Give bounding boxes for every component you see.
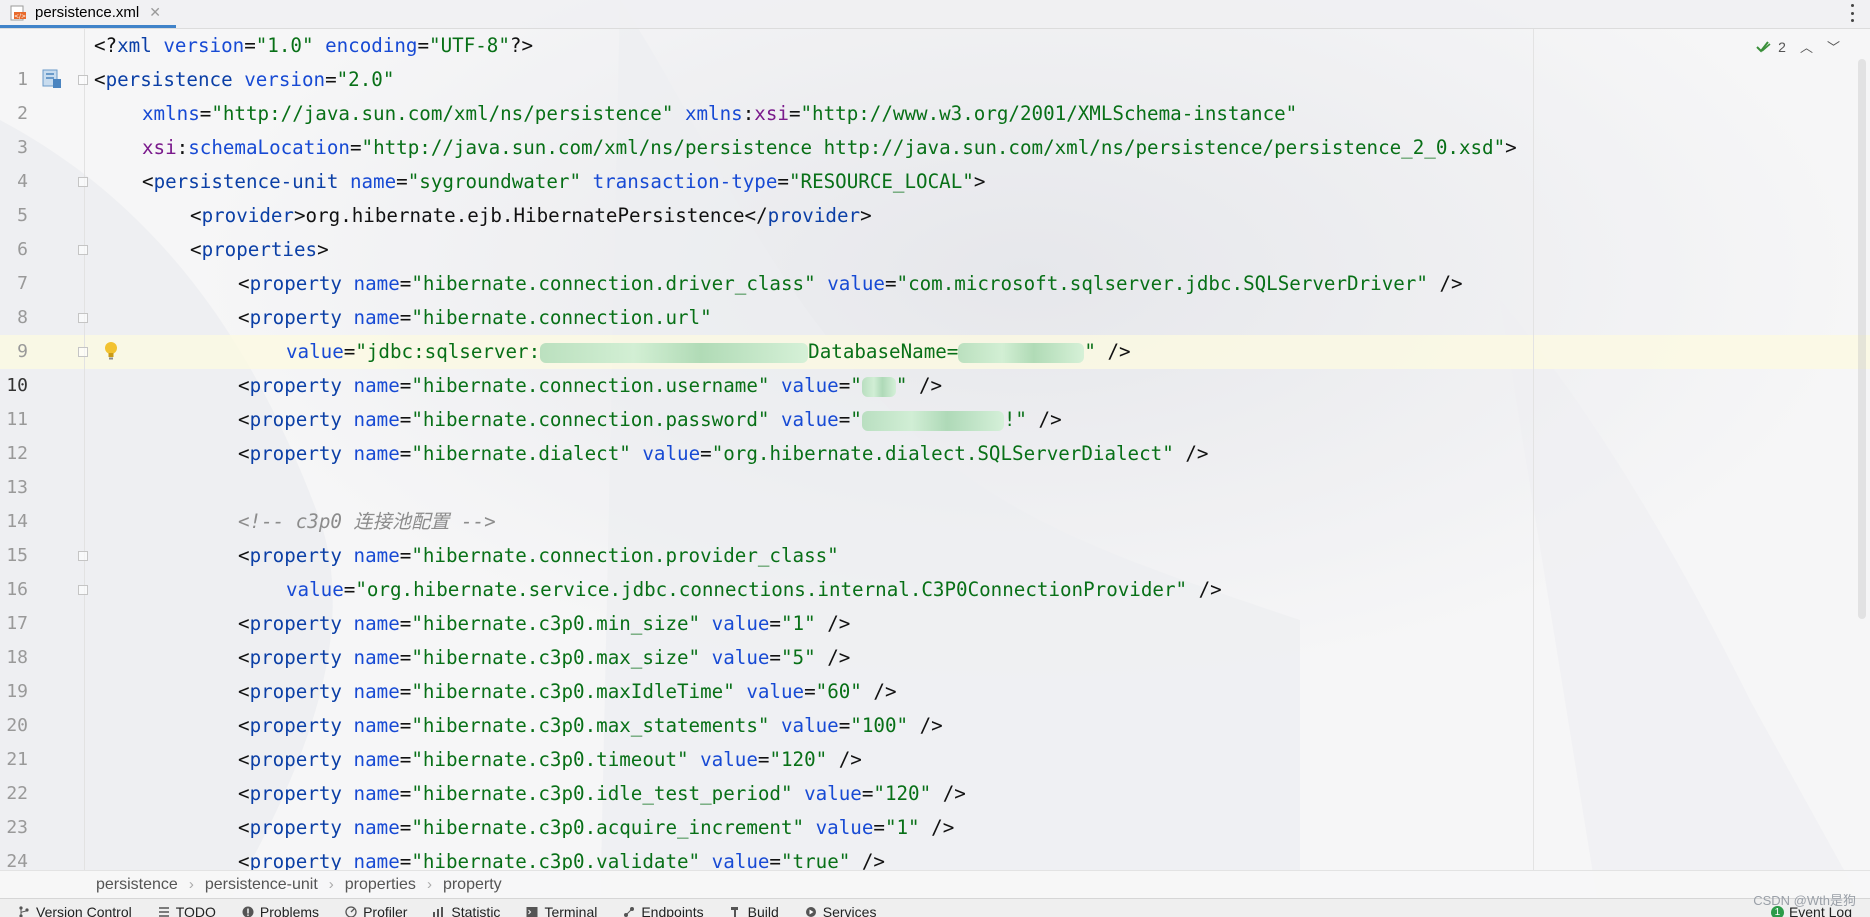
code-line-current: 10 value="jdbc:sqlserver: DatabaseName= " … bbox=[0, 335, 1870, 396]
breadcrumb-item-property[interactable]: property bbox=[443, 876, 502, 894]
editor-tab-bar: </> persistence.xml ✕ bbox=[0, 0, 1870, 29]
code-line: 21 <property name="hibernate.c3p0.max_st… bbox=[0, 709, 1870, 770]
code-line: 25 <property name="hibernate.c3p0.valida… bbox=[238, 850, 885, 870]
code-line: 4 xsi:schemaLocation="http://java.sun.co… bbox=[0, 131, 1870, 192]
tool-window-profiler[interactable]: Profiler bbox=[345, 899, 407, 917]
fold-end-icon[interactable] bbox=[78, 347, 88, 357]
code-line: 9 <property name="hibernate.connection.u… bbox=[0, 301, 1870, 362]
hammer-icon bbox=[730, 907, 738, 917]
svg-text:</>: </> bbox=[14, 13, 26, 20]
breadcrumb-item-persistence[interactable]: persistence bbox=[96, 876, 178, 894]
code-line: 18 <property name="hibernate.c3p0.min_si… bbox=[0, 607, 1870, 668]
branch-icon bbox=[19, 906, 29, 917]
services-icon bbox=[805, 907, 816, 917]
tool-window-todo[interactable]: TODO bbox=[158, 899, 216, 917]
code-line: 3 xmlns="http://java.sun.com/xml/ns/pers… bbox=[0, 97, 1870, 158]
code-line: 14 bbox=[0, 471, 1870, 532]
code-line: 11 <property name="hibernate.connection.… bbox=[0, 369, 1870, 430]
code-line: 19 <property name="hibernate.c3p0.max_si… bbox=[0, 641, 1870, 702]
xml-file-icon: </> bbox=[10, 4, 27, 21]
fold-icon[interactable] bbox=[78, 177, 88, 187]
terminal-icon bbox=[526, 907, 538, 917]
code-editor[interactable]: 2 ︿ ﹀ 1 <?xml version="1.0" encoding="UT… bbox=[0, 29, 1870, 870]
breadcrumb: persistence › persistence-unit › propert… bbox=[0, 870, 1870, 898]
redacted-username bbox=[861, 376, 896, 397]
code-line: 20 <property name="hibernate.c3p0.maxIdl… bbox=[0, 675, 1870, 736]
code-line: 8 <property name="hibernate.connection.d… bbox=[0, 267, 1870, 328]
code-line: 2 <persistence version="2.0" bbox=[0, 63, 1870, 124]
lightbulb-icon[interactable] bbox=[104, 341, 118, 361]
breadcrumb-item-properties[interactable]: properties bbox=[345, 876, 416, 894]
redacted-host bbox=[540, 342, 809, 363]
endpoints-icon bbox=[624, 907, 635, 917]
redacted-database-name bbox=[958, 342, 1085, 363]
code-line: 5 <persistence-unit name="sygroundwater"… bbox=[0, 165, 1870, 226]
tool-window-bar: Version Control TODO Problems Profiler S… bbox=[0, 898, 1870, 917]
fold-icon[interactable] bbox=[78, 245, 88, 255]
tab-persistence-xml[interactable]: </> persistence.xml ✕ bbox=[0, 0, 176, 28]
code-line: 13 <property name="hibernate.dialect" va… bbox=[0, 437, 1870, 498]
watermark: CSDN @Wth是狗 bbox=[1753, 893, 1856, 908]
code-line: 23 <property name="hibernate.c3p0.idle_t… bbox=[0, 777, 1870, 838]
tool-window-statistic[interactable]: Statistic bbox=[433, 899, 500, 917]
code-line: 15 <!-- c3p0 连接池配置 --> bbox=[0, 505, 1870, 566]
code-line: 1 <?xml version="1.0" encoding="UTF-8"?> bbox=[0, 29, 1870, 90]
tool-window-build[interactable]: Build bbox=[730, 899, 779, 917]
tool-window-version-control[interactable]: Version Control bbox=[18, 899, 132, 917]
code-line: 12 <property name="hibernate.connection.… bbox=[0, 403, 1870, 464]
bookmark-icon[interactable] bbox=[42, 68, 62, 90]
code-line: 6 <provider>org.hibernate.ejb.HibernateP… bbox=[0, 199, 1870, 260]
fold-icon[interactable] bbox=[78, 313, 88, 323]
list-icon bbox=[158, 907, 169, 917]
close-icon[interactable]: ✕ bbox=[149, 4, 161, 21]
profiler-icon bbox=[345, 906, 357, 917]
code-line: 7 <properties> bbox=[0, 233, 1870, 294]
tool-window-problems[interactable]: Problems bbox=[242, 899, 319, 917]
code-line: 22 <property name="hibernate.c3p0.timeou… bbox=[0, 743, 1870, 804]
code-line: 24 <property name="hibernate.c3p0.acquir… bbox=[0, 811, 1870, 870]
more-vertical-icon[interactable] bbox=[1850, 4, 1854, 22]
code-line: 16 <property name="hibernate.connection.… bbox=[0, 539, 1870, 600]
tool-window-endpoints[interactable]: Endpoints bbox=[623, 899, 704, 917]
chart-icon bbox=[433, 907, 444, 917]
breadcrumb-separator: › bbox=[188, 876, 194, 893]
fold-icon[interactable] bbox=[78, 551, 88, 561]
fold-end-icon[interactable] bbox=[78, 585, 88, 595]
code-line: 17 value="org.hibernate.service.jdbc.con… bbox=[0, 573, 1870, 634]
tool-window-terminal[interactable]: Terminal bbox=[526, 899, 597, 917]
fold-icon[interactable] bbox=[78, 75, 88, 85]
tab-label: persistence.xml bbox=[35, 4, 140, 21]
breadcrumb-separator: › bbox=[328, 876, 334, 893]
tool-window-services[interactable]: Services bbox=[805, 899, 876, 917]
breadcrumb-item-persistence-unit[interactable]: persistence-unit bbox=[205, 876, 318, 894]
warning-icon bbox=[242, 906, 254, 917]
breadcrumb-separator: › bbox=[426, 876, 432, 893]
redacted-password bbox=[861, 410, 1004, 431]
xml-comment: <!-- c3p0 连接池配置 --> bbox=[238, 510, 496, 533]
